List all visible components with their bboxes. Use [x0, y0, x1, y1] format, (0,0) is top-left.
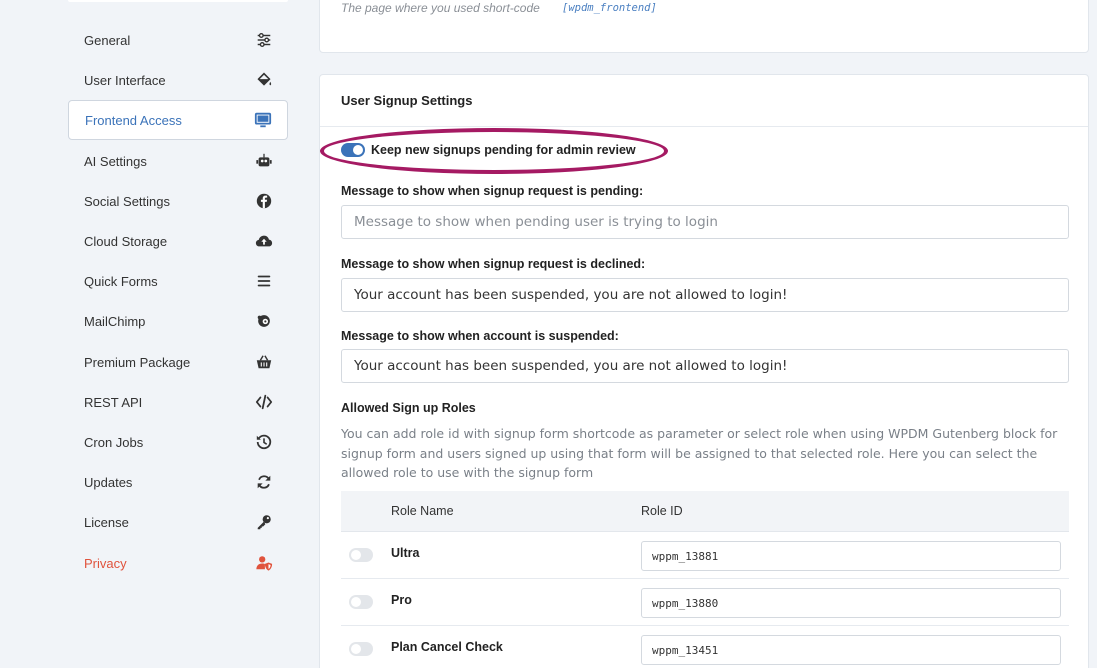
basket-icon: [254, 352, 274, 372]
sidebar-item-label: Updates: [84, 474, 133, 490]
sidebar-item-label: REST API: [84, 394, 143, 410]
table-row: Plan Cancel Check wppm_13451: [341, 626, 1069, 668]
user-signup-settings-card: User Signup Settings Keep new signups pe…: [319, 74, 1089, 668]
suspended-message-label: Message to show when account is suspende…: [341, 329, 619, 343]
table-row: Pro wppm_13880: [341, 579, 1069, 626]
declined-message-input[interactable]: Your account has been suspended, you are…: [341, 278, 1069, 312]
user-shield-icon: [254, 553, 274, 573]
role-id-field[interactable]: wppm_13881: [641, 541, 1061, 571]
facebook-icon: [254, 191, 274, 211]
sidebar-item-general[interactable]: General: [68, 20, 288, 60]
sidebar-item-label: Frontend Access: [85, 112, 182, 128]
sidebar-item-user-interface[interactable]: User Interface: [68, 60, 288, 100]
sidebar-item-privacy[interactable]: Privacy: [68, 543, 288, 583]
paint-bucket-icon: [254, 70, 274, 90]
sidebar-item-label: AI Settings: [84, 153, 147, 169]
role-enable-toggle[interactable]: [349, 642, 373, 656]
role-id-field[interactable]: wppm_13451: [641, 635, 1061, 665]
pending-review-toggle[interactable]: [341, 143, 365, 157]
role-enable-toggle[interactable]: [349, 548, 373, 562]
monitor-icon: [253, 110, 273, 130]
role-name: Ultra: [391, 546, 420, 560]
shortcode-text: [wpdm_frontend]: [562, 2, 657, 14]
key-icon: [254, 512, 274, 532]
sidebar-item-cloud-storage[interactable]: Cloud Storage: [68, 221, 288, 261]
pending-review-option[interactable]: Keep new signups pending for admin revie…: [341, 143, 636, 157]
card-title: User Signup Settings: [320, 75, 1088, 127]
cloud-upload-icon: [254, 231, 274, 251]
sidebar-item-frontend-access[interactable]: Frontend Access: [68, 100, 288, 140]
sidebar-item-rest-api[interactable]: REST API: [68, 382, 288, 422]
roles-table: Role Name Role ID Ultra wppm_13881 Pro w…: [341, 491, 1069, 668]
sidebar-item-label: License: [84, 514, 129, 530]
sidebar-item-label: Cloud Storage: [84, 233, 168, 249]
sidebar-item-label: User Interface: [84, 72, 166, 88]
settings-sidebar: General User Interface Frontend Access A…: [0, 0, 305, 668]
sidebar-item-label: Social Settings: [84, 193, 170, 209]
role-name: Pro: [391, 593, 412, 607]
allowed-roles-title: Allowed Sign up Roles: [341, 401, 476, 415]
roles-table-header: Role Name Role ID: [341, 491, 1069, 532]
declined-message-label: Message to show when signup request is d…: [341, 257, 646, 271]
robot-icon: [254, 151, 274, 171]
sliders-icon: [254, 30, 274, 50]
role-name: Plan Cancel Check: [391, 640, 503, 654]
sidebar-item-label: MailChimp: [84, 313, 146, 329]
column-header-role-id: Role ID: [641, 504, 683, 518]
table-row: Ultra wppm_13881: [341, 532, 1069, 579]
sidebar-item-label: General: [84, 32, 131, 48]
sidebar-top-edge: [68, 0, 288, 2]
sidebar-item-label: Premium Package: [84, 354, 191, 370]
sidebar-item-label: Privacy: [84, 555, 127, 571]
frontend-page-card: The page where you used short-code [wpdm…: [319, 0, 1089, 53]
sidebar-item-license[interactable]: License: [68, 502, 288, 542]
pending-message-label: Message to show when signup request is p…: [341, 184, 644, 198]
suspended-message-input[interactable]: Your account has been suspended, you are…: [341, 349, 1069, 383]
mailchimp-icon: [254, 311, 274, 331]
role-id-field[interactable]: wppm_13880: [641, 588, 1061, 618]
sidebar-item-cron-jobs[interactable]: Cron Jobs: [68, 422, 288, 462]
bars-icon: [254, 271, 274, 291]
sidebar-item-mailchimp[interactable]: MailChimp: [68, 301, 288, 341]
pending-review-label: Keep new signups pending for admin revie…: [371, 143, 636, 157]
sidebar-item-ai-settings[interactable]: AI Settings: [68, 141, 288, 181]
sidebar-item-updates[interactable]: Updates: [68, 462, 288, 502]
sidebar-item-quick-forms[interactable]: Quick Forms: [68, 261, 288, 301]
sidebar-item-premium-package[interactable]: Premium Package: [68, 342, 288, 382]
sidebar-item-social-settings[interactable]: Social Settings: [68, 181, 288, 221]
allowed-roles-help: You can add role id with signup form sho…: [341, 426, 1058, 480]
sidebar-item-label: Quick Forms: [84, 273, 158, 289]
history-icon: [254, 432, 274, 452]
sidebar-item-label: Cron Jobs: [84, 434, 144, 450]
column-header-role-name: Role Name: [391, 504, 454, 518]
code-icon: [254, 392, 274, 412]
sync-icon: [254, 472, 274, 492]
role-enable-toggle[interactable]: [349, 595, 373, 609]
shortcode-note: The page where you used short-code: [341, 1, 540, 15]
pending-message-input[interactable]: Message to show when pending user is try…: [341, 205, 1069, 239]
